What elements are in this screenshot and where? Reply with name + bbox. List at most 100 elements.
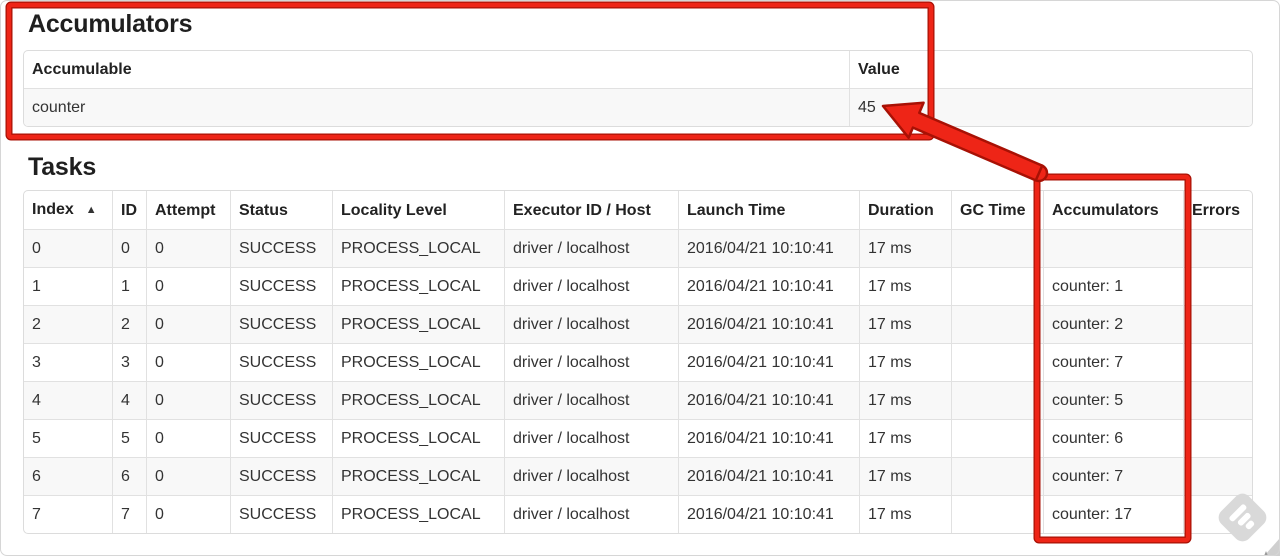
cell-locality: PROCESS_LOCAL (332, 381, 504, 419)
tasks-header-gc-time[interactable]: GC Time (951, 191, 1043, 229)
cell-duration: 17 ms (859, 457, 951, 495)
spark-stage-page: Accumulators Accumulable Value counter 4… (0, 0, 1280, 534)
tasks-table: Index ▲ ID Attempt Status Locality Level … (23, 190, 1253, 534)
cell-gc-time (951, 305, 1043, 343)
accumulators-header-value: Value (849, 51, 1252, 88)
cell-executor: driver / localhost (504, 229, 678, 267)
cell-attempt: 0 (146, 419, 230, 457)
cell-attempt: 0 (146, 305, 230, 343)
cell-launch-time: 2016/04/21 10:10:41 (678, 419, 859, 457)
cell-duration: 17 ms (859, 305, 951, 343)
cell-index: 2 (24, 305, 112, 343)
cell-duration: 17 ms (859, 419, 951, 457)
cell-attempt: 0 (146, 229, 230, 267)
table-row: 4 4 0 SUCCESS PROCESS_LOCAL driver / loc… (24, 381, 1252, 419)
tasks-header-executor-id-host[interactable]: Executor ID / Host (504, 191, 678, 229)
cell-accumulators: counter: 5 (1043, 381, 1183, 419)
cell-id: 0 (112, 229, 146, 267)
table-row: 5 5 0 SUCCESS PROCESS_LOCAL driver / loc… (24, 419, 1252, 457)
cursor-tip (1264, 538, 1280, 556)
cell-status: SUCCESS (230, 229, 332, 267)
cell-errors (1183, 305, 1252, 343)
cell-accumulators (1043, 229, 1183, 267)
tasks-section-title: Tasks (28, 153, 97, 181)
cell-attempt: 0 (146, 381, 230, 419)
table-row: counter 45 (24, 88, 1252, 126)
cell-index: 5 (24, 419, 112, 457)
cell-status: SUCCESS (230, 457, 332, 495)
cell-executor: driver / localhost (504, 267, 678, 305)
cell-accumulators: counter: 17 (1043, 495, 1183, 533)
cell-index: 6 (24, 457, 112, 495)
cell-locality: PROCESS_LOCAL (332, 267, 504, 305)
cell-attempt: 0 (146, 495, 230, 533)
cell-gc-time (951, 343, 1043, 381)
tasks-header-accumulators[interactable]: Accumulators (1043, 191, 1183, 229)
cell-gc-time (951, 229, 1043, 267)
accumulators-section-title: Accumulators (28, 10, 193, 38)
cell-status: SUCCESS (230, 267, 332, 305)
cell-accumulators: counter: 1 (1043, 267, 1183, 305)
cell-gc-time (951, 381, 1043, 419)
cell-id: 3 (112, 343, 146, 381)
cell-status: SUCCESS (230, 381, 332, 419)
cell-status: SUCCESS (230, 495, 332, 533)
cell-id: 2 (112, 305, 146, 343)
cell-attempt: 0 (146, 457, 230, 495)
cell-value: 45 (849, 88, 1252, 126)
cell-launch-time: 2016/04/21 10:10:41 (678, 457, 859, 495)
table-row: 3 3 0 SUCCESS PROCESS_LOCAL driver / loc… (24, 343, 1252, 381)
cell-locality: PROCESS_LOCAL (332, 495, 504, 533)
cell-errors (1183, 457, 1252, 495)
tasks-header-errors[interactable]: Errors (1183, 191, 1252, 229)
cell-duration: 17 ms (859, 381, 951, 419)
tasks-header-duration[interactable]: Duration (859, 191, 951, 229)
accumulators-header-row: Accumulable Value (24, 51, 1252, 88)
cell-duration: 17 ms (859, 267, 951, 305)
tasks-header-launch-time[interactable]: Launch Time (678, 191, 859, 229)
cell-errors (1183, 419, 1252, 457)
cell-duration: 17 ms (859, 229, 951, 267)
cell-accumulators: counter: 2 (1043, 305, 1183, 343)
cell-index: 4 (24, 381, 112, 419)
cell-id: 5 (112, 419, 146, 457)
tasks-header-row: Index ▲ ID Attempt Status Locality Level … (24, 191, 1252, 229)
tasks-header-locality-level[interactable]: Locality Level (332, 191, 504, 229)
cell-executor: driver / localhost (504, 305, 678, 343)
table-row: 0 0 0 SUCCESS PROCESS_LOCAL driver / loc… (24, 229, 1252, 267)
cell-index: 3 (24, 343, 112, 381)
cell-status: SUCCESS (230, 343, 332, 381)
tasks-header-index[interactable]: Index ▲ (24, 191, 112, 229)
tasks-header-status[interactable]: Status (230, 191, 332, 229)
cell-index: 0 (24, 229, 112, 267)
cell-locality: PROCESS_LOCAL (332, 419, 504, 457)
table-row: 6 6 0 SUCCESS PROCESS_LOCAL driver / loc… (24, 457, 1252, 495)
cell-id: 6 (112, 457, 146, 495)
cell-id: 4 (112, 381, 146, 419)
cell-id: 7 (112, 495, 146, 533)
tasks-header-attempt[interactable]: Attempt (146, 191, 230, 229)
cell-status: SUCCESS (230, 305, 332, 343)
cell-duration: 17 ms (859, 495, 951, 533)
cell-launch-time: 2016/04/21 10:10:41 (678, 381, 859, 419)
cell-executor: driver / localhost (504, 343, 678, 381)
cell-locality: PROCESS_LOCAL (332, 457, 504, 495)
cell-accumulators: counter: 6 (1043, 419, 1183, 457)
cell-locality: PROCESS_LOCAL (332, 229, 504, 267)
cell-accumulators: counter: 7 (1043, 343, 1183, 381)
cell-errors (1183, 267, 1252, 305)
accumulators-table: Accumulable Value counter 45 (23, 50, 1253, 127)
cell-attempt: 0 (146, 343, 230, 381)
tasks-header-id[interactable]: ID (112, 191, 146, 229)
sort-ascending-icon: ▲ (85, 204, 97, 216)
cell-executor: driver / localhost (504, 381, 678, 419)
accumulators-header-accumulable: Accumulable (32, 61, 132, 78)
cell-errors (1183, 229, 1252, 267)
cell-index: 1 (24, 267, 112, 305)
cell-executor: driver / localhost (504, 495, 678, 533)
cell-duration: 17 ms (859, 343, 951, 381)
table-row: 2 2 0 SUCCESS PROCESS_LOCAL driver / loc… (24, 305, 1252, 343)
cell-accumulators: counter: 7 (1043, 457, 1183, 495)
cell-locality: PROCESS_LOCAL (332, 343, 504, 381)
cell-status: SUCCESS (230, 419, 332, 457)
